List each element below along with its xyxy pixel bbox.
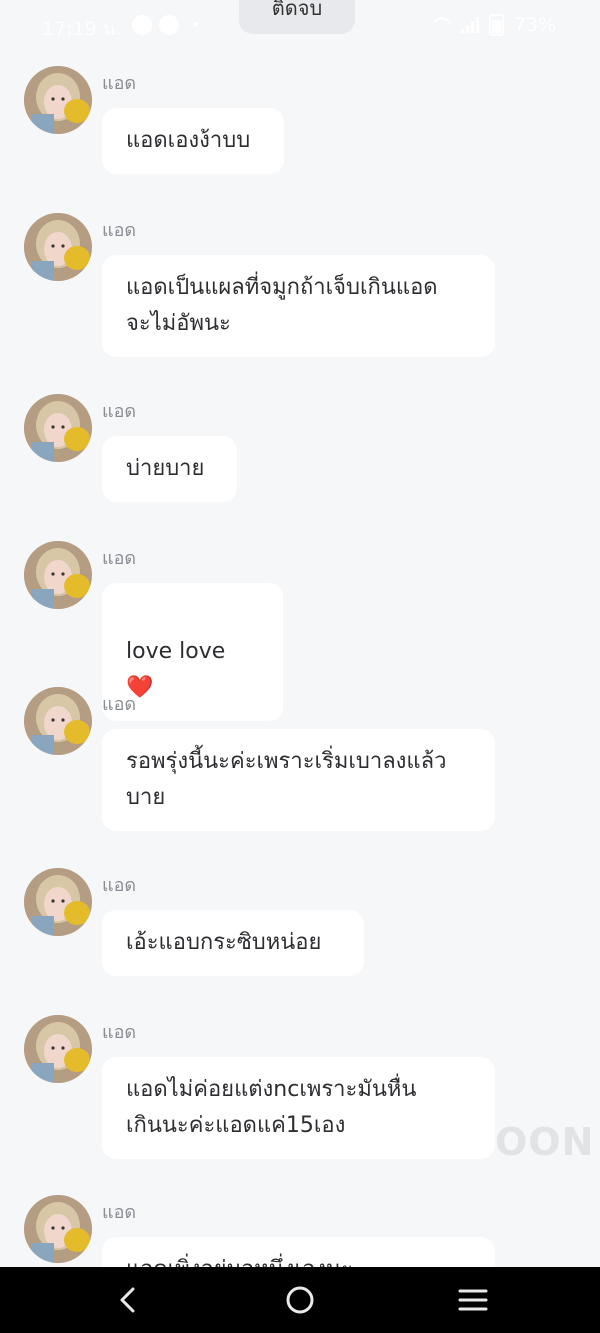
avatar[interactable] — [24, 1015, 92, 1083]
more-notifications-icon — [193, 22, 198, 27]
battery-icon — [488, 14, 504, 36]
watermark: OON — [495, 1120, 595, 1164]
avatar[interactable] — [24, 687, 92, 755]
message-text: love love — [126, 639, 226, 664]
battery-percentage: 73% — [513, 14, 556, 36]
sender-name: แอด — [102, 1202, 137, 1223]
avatar[interactable] — [24, 394, 92, 462]
chat-message: แอด love love ❤️ — [24, 541, 544, 721]
message-bubble: แอดไม่ค่อยแต่งncเพราะมันหื่น เกินนะค่ะแอ… — [102, 1057, 495, 1159]
message-bubble: แอดเพิ่งอยู่มอหนึ่งเองนะ — [102, 1237, 495, 1267]
message-bubble: แอดเองง้าบบ — [102, 108, 284, 174]
recent-apps-button[interactable] — [453, 1280, 493, 1320]
message-bubble: แอดเป็นแผลที่จมูกถ้าเจ็บเกินแอด จะไม่อัพ… — [102, 255, 495, 357]
chat-notification-icon — [132, 15, 152, 35]
avatar[interactable] — [24, 213, 92, 281]
chat-message: แอด เอ้ะแอบกระซิบหน่อย — [24, 868, 544, 978]
back-button[interactable] — [108, 1280, 148, 1320]
chat-message: แอด รอพรุ่งนี้นะค่ะเพราะเริ่มเบาลงแล้ว บ… — [24, 687, 544, 832]
sender-name: แอด — [102, 220, 137, 241]
sender-name: แอด — [102, 875, 137, 896]
message-bubble: บ่ายบาย — [102, 436, 237, 502]
avatar[interactable] — [24, 66, 92, 134]
sender-name: แอด — [102, 694, 137, 715]
signal-icon — [460, 17, 479, 33]
status-right: 73% — [432, 14, 556, 36]
chat-message: แอด แอดเป็นแผลที่จมูกถ้าเจ็บเกินแอด จะไม… — [24, 213, 544, 358]
home-icon — [286, 1286, 314, 1314]
sender-name: แอด — [102, 548, 137, 569]
chat-message: แอด บ่ายบาย — [24, 394, 544, 504]
avatar[interactable] — [24, 541, 92, 609]
back-icon — [120, 1287, 135, 1313]
chat-message: แอด แอดเพิ่งอยู่มอหนึ่งเองนะ — [24, 1195, 544, 1267]
sender-name: แอด — [102, 73, 137, 94]
message-bubble: เอ้ะแอบกระซิบหน่อย — [102, 910, 364, 976]
status-time: 17:19 น. — [42, 18, 122, 40]
android-navigation-bar — [0, 1267, 600, 1333]
message-bubble: รอพรุ่งนี้นะค่ะเพราะเริ่มเบาลงแล้ว บาย — [102, 729, 495, 831]
messenger-notification-icon — [159, 15, 179, 35]
home-button[interactable] — [280, 1280, 320, 1320]
story-title-pill[interactable]: ติดจบ — [239, 0, 355, 34]
sender-name: แอด — [102, 1022, 137, 1043]
wifi-icon — [432, 16, 451, 34]
chat-message: แอด แอดไม่ค่อยแต่งncเพราะมันหื่น เกินนะค… — [24, 1015, 544, 1160]
avatar[interactable] — [24, 868, 92, 936]
menu-icon — [458, 1289, 488, 1311]
chat-message: แอด แอดเองง้าบบ — [24, 66, 544, 176]
avatar[interactable] — [24, 1195, 92, 1263]
story-title-label: ติดจบ — [271, 0, 323, 20]
sender-name: แอด — [102, 401, 137, 422]
